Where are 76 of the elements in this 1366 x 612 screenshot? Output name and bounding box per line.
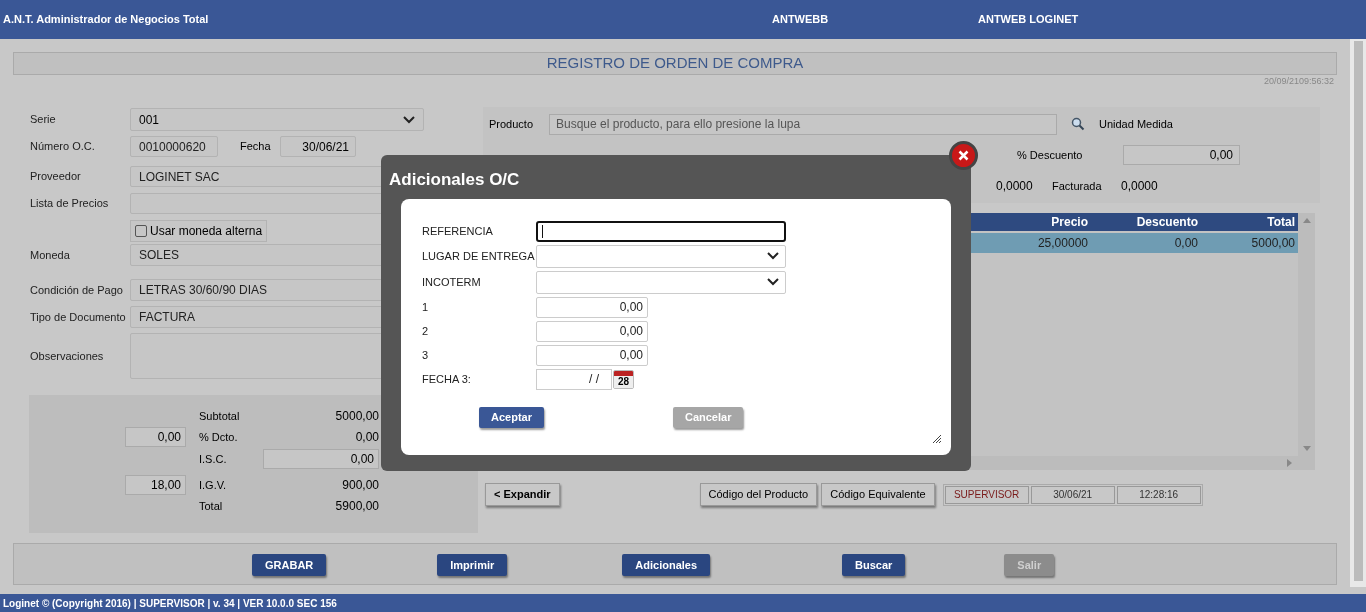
dropdown-field[interactable] bbox=[536, 270, 786, 294]
total-label: I.G.V. bbox=[199, 477, 228, 493]
field-label: Proveedor bbox=[30, 169, 82, 185]
field-label: % Descuento bbox=[1017, 147, 1084, 163]
vertical-scrollbar[interactable] bbox=[1298, 213, 1315, 470]
serie-select[interactable]: 001 bbox=[130, 108, 424, 131]
database-name: ANTWEBB bbox=[772, 12, 830, 28]
chevron-down-icon bbox=[767, 278, 779, 286]
total-label: % Dcto. bbox=[199, 429, 239, 445]
accept-button[interactable]: Aceptar bbox=[479, 406, 544, 428]
field-label: Facturada bbox=[1052, 178, 1103, 194]
code-button[interactable]: Código Equivalente bbox=[821, 483, 935, 506]
field-label: Serie bbox=[30, 112, 57, 128]
chevron-down-icon bbox=[767, 252, 779, 260]
timestamp: 20/09/2109:56:32 bbox=[1263, 75, 1334, 88]
action-button[interactable]: Imprimir bbox=[437, 554, 508, 577]
column-header: Total bbox=[1266, 214, 1296, 231]
page-scrollbar[interactable] bbox=[1350, 39, 1366, 587]
field-label: REFERENCIA bbox=[422, 223, 494, 239]
table-cell-text: 5000,00 bbox=[1250, 235, 1296, 252]
table-cell-text: 25,00000 bbox=[1036, 235, 1088, 252]
field-label: 3 bbox=[422, 347, 430, 363]
field-label: Moneda bbox=[30, 247, 71, 263]
checkbox[interactable] bbox=[135, 225, 147, 237]
field-label: Tipo de Documento bbox=[30, 309, 127, 325]
checkbox-row[interactable]: Usar moneda alterna bbox=[130, 220, 268, 242]
status-time: 12:28:16 bbox=[1116, 485, 1201, 504]
igv-field[interactable]: 18,00 bbox=[125, 475, 186, 495]
close-icon bbox=[958, 150, 969, 161]
page-title: REGISTRO DE ORDEN DE COMPRA bbox=[546, 53, 804, 74]
total-value: 900,00 bbox=[341, 477, 379, 494]
company-name: ANTWEB LOGINET bbox=[978, 12, 1079, 28]
field-label: Producto bbox=[489, 116, 535, 132]
status-date: 30/06/21 bbox=[1030, 485, 1115, 504]
calendar-icon[interactable]: 28 bbox=[613, 369, 634, 389]
chevron-down-icon bbox=[403, 115, 415, 124]
table-cell-text: 0,00 bbox=[1173, 235, 1198, 252]
action-button[interactable]: Adicionales bbox=[622, 554, 711, 577]
total-value: 0,00 bbox=[354, 429, 379, 446]
code-button[interactable]: Código del Producto bbox=[699, 483, 818, 506]
total-value: 5000,00 bbox=[334, 408, 379, 425]
search-icon[interactable] bbox=[1071, 117, 1085, 131]
total-label: Subtotal bbox=[199, 408, 241, 424]
amount-field[interactable]: 0,00 bbox=[536, 320, 648, 342]
column-header: Precio bbox=[1050, 214, 1088, 231]
amount-field[interactable]: 0,00 bbox=[536, 296, 648, 318]
amount-field[interactable]: 0,00 bbox=[536, 344, 648, 366]
app-title: A.N.T. Administrador de Negocios Total bbox=[3, 12, 210, 28]
status-user: SUPERVISOR bbox=[944, 485, 1029, 504]
field-label: Número O.C. bbox=[30, 139, 96, 155]
field-label: Condición de Pago bbox=[30, 282, 124, 298]
product-search-field[interactable]: Busque el producto, para ello presione la lupa bbox=[549, 113, 1057, 135]
discount-field[interactable]: 0,00 bbox=[1123, 145, 1240, 165]
field-label: Fecha bbox=[240, 139, 272, 155]
stock-value: 0,0000 bbox=[996, 178, 1034, 195]
total-value: 5900,00 bbox=[334, 498, 379, 515]
total-label: I.S.C. bbox=[199, 451, 228, 467]
field-label: FECHA 3: bbox=[422, 371, 472, 387]
discount-field[interactable]: 0,00 bbox=[125, 427, 186, 447]
resize-handle-icon[interactable] bbox=[933, 434, 941, 443]
field-label: Unidad Medida bbox=[1099, 116, 1173, 132]
date-field[interactable]: 30/06/21 bbox=[280, 136, 356, 157]
field-label: Lista de Precios bbox=[30, 196, 110, 212]
date-field[interactable]: / / bbox=[536, 368, 612, 390]
footer-text: Loginet © (Copyright 2016) | SUPERVISOR | v. 34 | VER 10.0.0 SEC 156 bbox=[3, 596, 337, 611]
column-header: Descuento bbox=[1135, 214, 1198, 231]
expand-button[interactable]: < Expandir bbox=[485, 483, 560, 506]
total-label: Total bbox=[199, 498, 224, 514]
dropdown-field[interactable] bbox=[536, 244, 786, 268]
reference-field[interactable] bbox=[536, 220, 786, 242]
action-button[interactable]: GRABAR bbox=[252, 554, 327, 577]
action-button[interactable]: Buscar bbox=[842, 554, 906, 577]
input-field[interactable]: 0010000620 bbox=[130, 136, 218, 157]
stock-value: 0,0000 bbox=[1121, 178, 1158, 195]
isc-field[interactable]: 0,00 bbox=[263, 449, 379, 469]
field-label: Observaciones bbox=[30, 348, 105, 364]
